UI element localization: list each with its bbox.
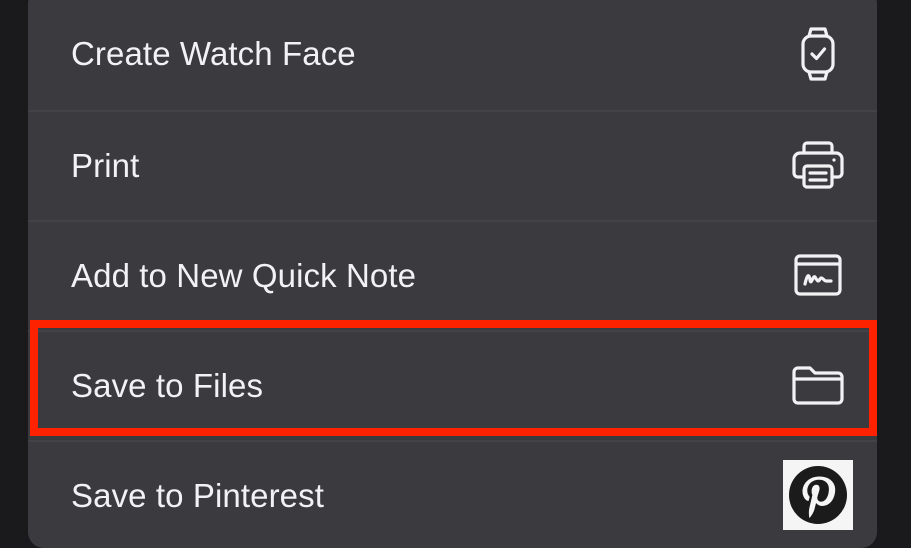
menu-item-label: Save to Pinterest	[71, 477, 325, 514]
menu-item-print[interactable]: Print	[28, 110, 877, 218]
quick-note-icon	[789, 246, 847, 304]
menu-item-label: Create Watch Face	[71, 35, 356, 72]
folder-icon	[789, 356, 847, 414]
menu-item-label: Print	[71, 147, 140, 184]
menu-item-add-to-new-quick-note[interactable]: Add to New Quick Note	[28, 220, 877, 328]
menu-item-save-to-files[interactable]: Save to Files	[28, 330, 877, 438]
pinterest-logo-tile	[783, 460, 853, 530]
menu-item-label: Add to New Quick Note	[71, 257, 417, 294]
watch-icon	[789, 25, 847, 83]
share-actions-sheet: Create Watch Face Print Add to New Quick	[28, 0, 877, 548]
menu-item-save-to-pinterest[interactable]: Save to Pinterest	[28, 440, 877, 548]
printer-icon	[789, 136, 847, 194]
menu-item-label: Save to Files	[71, 367, 264, 404]
menu-item-create-watch-face[interactable]: Create Watch Face	[28, 0, 877, 108]
pinterest-icon	[783, 460, 853, 530]
